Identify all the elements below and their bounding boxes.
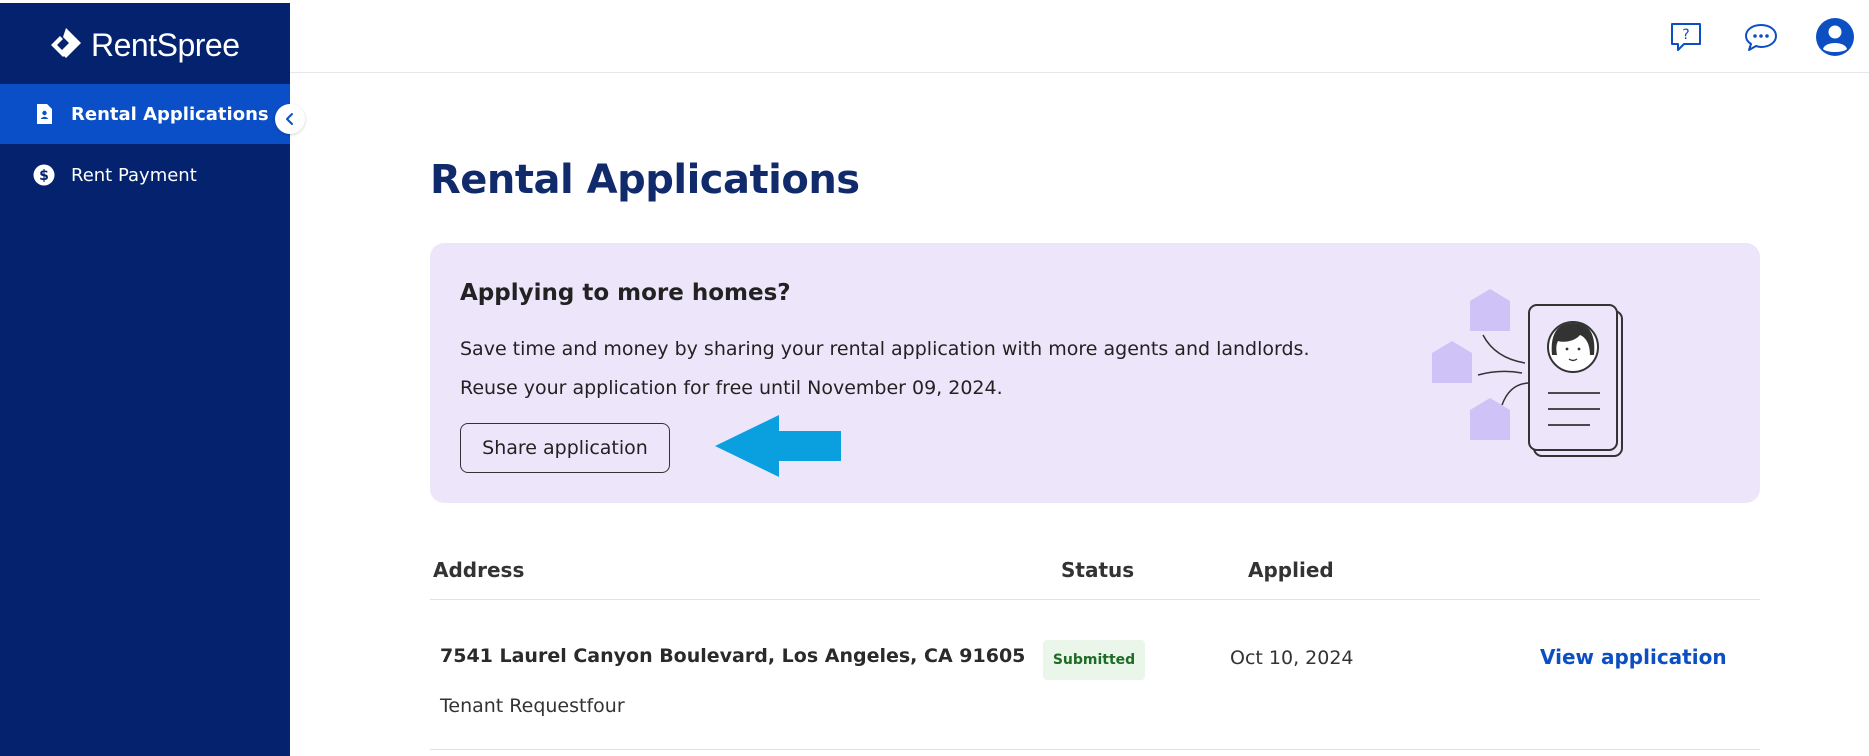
sidebar: RentSpree Rental Applications $ Rent Pay… (0, 3, 290, 756)
banner-title: Applying to more homes? (460, 280, 791, 306)
column-header-status: Status (1061, 558, 1135, 582)
svg-text:$: $ (39, 168, 49, 184)
dollar-circle-icon: $ (33, 164, 55, 186)
rentspree-logo[interactable]: RentSpree (47, 23, 240, 67)
share-application-button[interactable]: Share application (460, 423, 670, 473)
sidebar-item-label: Rent Payment (71, 164, 197, 186)
application-illustration (1432, 289, 1623, 457)
status-badge: Submitted (1043, 640, 1145, 680)
help-icon: ? (1671, 23, 1701, 51)
column-header-applied: Applied (1248, 558, 1334, 582)
help-button[interactable]: ? (1666, 17, 1706, 57)
rentspree-logo-icon (51, 28, 81, 58)
table-row: 7541 Laurel Canyon Boulevard, Los Angele… (430, 600, 1760, 750)
collapse-sidebar-button[interactable] (275, 104, 305, 134)
applied-date: Oct 10, 2024 (1230, 647, 1354, 669)
chat-button[interactable] (1741, 17, 1781, 57)
application-address: 7541 Laurel Canyon Boulevard, Los Angele… (440, 645, 1026, 667)
column-header-address: Address (433, 558, 525, 582)
view-application-link[interactable]: View application (1540, 645, 1727, 669)
chevron-left-icon (286, 113, 293, 125)
svg-text:?: ? (1682, 27, 1689, 43)
banner-expiry-note: Reuse your application for free until No… (460, 377, 1003, 399)
logo-text: RentSpree (91, 26, 240, 63)
profile-button[interactable] (1815, 17, 1855, 57)
chat-icon (1745, 24, 1777, 51)
top-bar: ? (290, 0, 1869, 73)
document-icon (33, 103, 55, 125)
page-title: Rental Applications (430, 157, 860, 203)
arrow-left-icon (715, 415, 841, 477)
sidebar-item-label: Rental Applications (71, 103, 269, 125)
sidebar-item-rental-applications[interactable]: Rental Applications (0, 84, 290, 144)
share-banner: Applying to more homes? Save time and mo… (430, 243, 1760, 503)
profile-icon (1816, 18, 1854, 56)
banner-description: Save time and money by sharing your rent… (460, 338, 1310, 360)
sidebar-item-rent-payment[interactable]: $ Rent Payment (0, 145, 290, 205)
applicant-name: Tenant Requestfour (440, 695, 625, 717)
